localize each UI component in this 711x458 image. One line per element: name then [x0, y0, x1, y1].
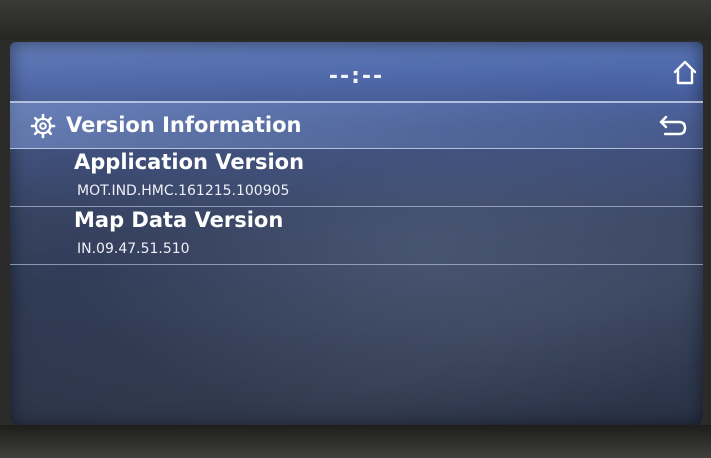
status-bar: --:-- — [10, 42, 703, 100]
list-item-map-data-version[interactable]: Map Data Version IN.09.47.51.510 — [10, 208, 703, 264]
item-label: Application Version — [74, 150, 305, 174]
clock-display: --:-- — [328, 64, 385, 89]
device-bezel-bottom — [0, 425, 711, 458]
title-bar: Version Information — [10, 103, 703, 149]
device-bezel-top — [0, 0, 711, 40]
list-item-application-version[interactable]: Application Version MOT.IND.HMC.161215.1… — [10, 150, 703, 206]
item-value: MOT.IND.HMC.161215.100905 — [77, 183, 290, 199]
item-label: Map Data Version — [74, 208, 284, 232]
list-divider — [10, 264, 703, 265]
home-icon[interactable] — [673, 60, 697, 86]
item-value: IN.09.47.51.510 — [77, 241, 190, 257]
page-title: Version Information — [66, 113, 302, 137]
gear-icon — [30, 113, 56, 139]
back-arrow-icon[interactable] — [657, 113, 689, 139]
infotainment-screen: --:-- Version Information Application Ve… — [10, 42, 703, 426]
title-divider — [10, 148, 703, 149]
list-divider — [10, 206, 703, 207]
